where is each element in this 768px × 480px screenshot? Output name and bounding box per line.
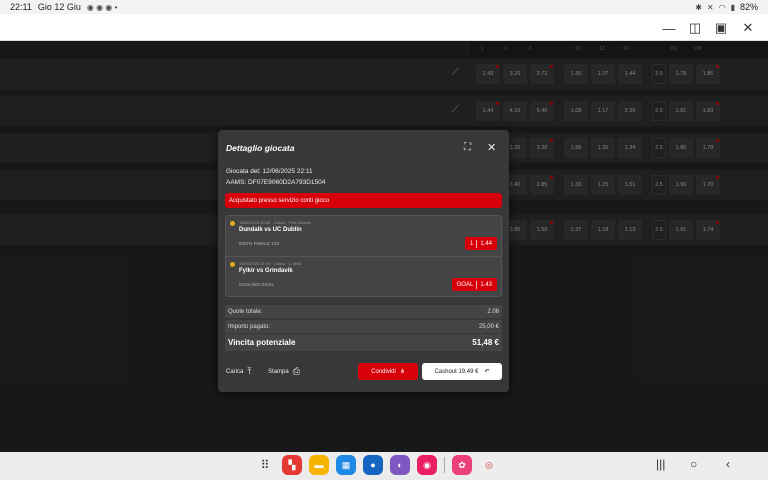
app-drawer-icon[interactable]: ⠿ <box>255 455 275 475</box>
close-icon[interactable]: ✕ <box>487 141 496 154</box>
pick-badge: 1 1.44 <box>464 237 497 250</box>
android-taskbar: ⠿ ▚ ▬ ▦ ● ◐ ◉ ✿ ◎ ||| ○ ‹ <box>0 452 768 480</box>
event-meta: 13/06/2025 21:15 · Calcio · 1. deild <box>239 261 302 266</box>
chrome-app-icon[interactable]: ◎ <box>479 455 499 475</box>
status-dot-icon <box>230 262 235 267</box>
upload-icon: ⤒ <box>247 366 252 376</box>
app-dock: ⠿ ▚ ▬ ▦ ● ◐ ◉ ✿ ◎ <box>255 455 499 475</box>
recents-icon[interactable]: ||| <box>656 457 665 471</box>
battery-icon: ▮ <box>730 2 735 12</box>
close-window-icon[interactable]: ✕ <box>739 19 757 37</box>
market-name: GOAL/NO GOAL <box>239 282 275 287</box>
wifi-icon: ◠ <box>718 2 726 12</box>
files-app-icon[interactable]: ▬ <box>309 455 329 475</box>
list-item: 13/06/2025 21:15 · Calcio · 1. deild Fyl… <box>226 256 501 296</box>
match-name: Dundalk vs UC Dublin <box>239 227 302 233</box>
battery-level: 82% <box>739 2 758 12</box>
status-time: 22:11 <box>10 2 32 12</box>
aams-code: AAMS: DF07E9060D2A793D1504 <box>226 179 326 186</box>
event-meta: 13/06/2025 20:45 · Calcio · First Divisi… <box>239 220 312 225</box>
mute-icon: ✕ <box>706 2 714 12</box>
status-bar: 22:11 Gio 12 Giu ◉ ◉ ◉ • ✱ ✕ ◠ ▮ 82% <box>0 0 768 14</box>
cashout-button[interactable]: Cashout 19,49 € ↶ <box>422 363 502 380</box>
share-button[interactable]: Condividi ⋔ <box>358 363 418 380</box>
home-icon[interactable]: ○ <box>690 457 697 471</box>
load-button[interactable]: Carica ⤒ <box>226 366 251 377</box>
total-odds-row: Quote totale: 2.06 <box>225 305 502 318</box>
print-icon: ⎙ <box>292 366 300 376</box>
expand-icon[interactable]: ⛶ <box>464 142 471 153</box>
potential-win-row: Vincita potenziale 51,48 € <box>225 334 502 351</box>
modal-title: Dettaglio giocata <box>226 143 295 153</box>
back-icon[interactable]: ‹ <box>726 457 730 471</box>
list-item: 13/06/2025 20:45 · Calcio · First Divisi… <box>226 216 501 256</box>
calendar-app-icon[interactable]: ▦ <box>336 455 356 475</box>
print-button[interactable]: Stampa ⎙ <box>268 366 300 377</box>
messages-app-icon[interactable]: ● <box>363 455 383 475</box>
popup-view-icon[interactable]: ▣ <box>712 19 730 37</box>
amount-paid-row: Importo pagato: 25,00 € <box>225 320 502 333</box>
minimize-icon[interactable]: — <box>660 19 678 37</box>
share-icon: ⋔ <box>399 369 405 375</box>
status-date: Gio 12 Giu <box>37 2 81 12</box>
selections-list: 13/06/2025 20:45 · Calcio · First Divisi… <box>225 215 502 297</box>
internet-app-icon[interactable]: ◐ <box>390 455 410 475</box>
pick-badge: GOAL 1.43 <box>451 278 497 291</box>
window-toolbar: — ◫ ▣ ✕ <box>0 14 768 41</box>
undo-arrow-icon: ↶ <box>484 369 490 375</box>
bet-detail-modal: Dettaglio giocata ⛶ ✕ Giocata del: 12/06… <box>218 130 509 392</box>
market-name: ESITO FINALE 1X2 <box>239 241 280 246</box>
split-view-icon[interactable]: ◫ <box>686 19 704 37</box>
camera-app-icon[interactable]: ◉ <box>417 455 437 475</box>
bet-date: Giocata del: 12/06/2025 22:11 <box>226 168 313 175</box>
match-name: Fylkir vs Grindavik <box>239 268 293 274</box>
purchase-alert: Acquistato presso servizio conti gioco <box>225 193 502 208</box>
chrome-notification-icon: ◉ ◉ ◉ • <box>86 2 118 12</box>
status-dot-icon <box>230 221 235 226</box>
flower-app-icon[interactable]: ✿ <box>452 455 472 475</box>
bluetooth-icon: ✱ <box>695 2 702 12</box>
flipboard-app-icon[interactable]: ▚ <box>282 455 302 475</box>
